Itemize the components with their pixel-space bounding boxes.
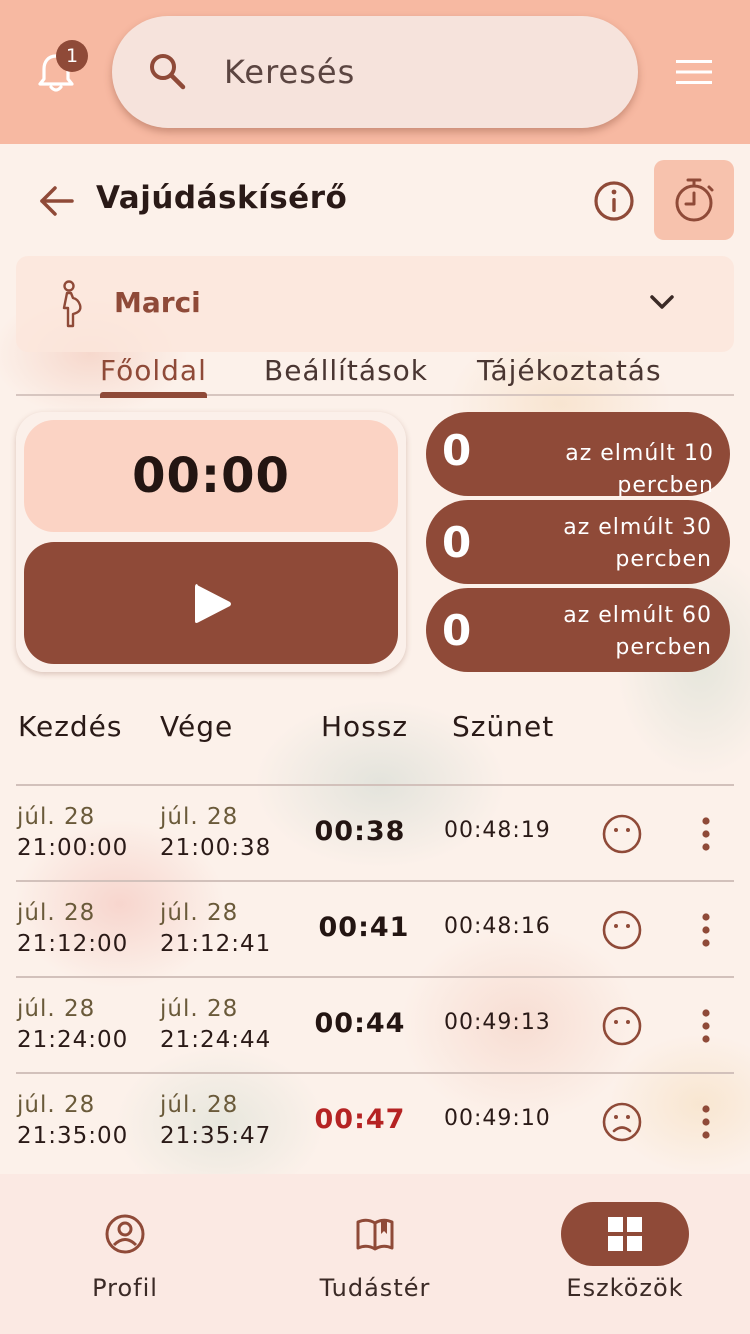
nav-knowledge-label: Tudástér [319,1274,431,1302]
end-cell: júl. 28 21:12:41 [160,898,271,960]
start-time: 21:24:00 [17,1027,129,1053]
stat-60-label: az elmúlt 60 percben [563,603,712,660]
nav-tools-icon-wrap [561,1202,689,1266]
bottom-navigation: Profil Tudástér Eszközök [0,1174,750,1334]
length-cell: 00:44 [314,1008,406,1039]
end-time: 21:12:41 [160,931,272,957]
end-date: júl. 28 [160,900,239,926]
back-arrow-icon[interactable] [38,182,76,220]
end-time: 21:35:47 [160,1123,272,1149]
pause-cell: 00:48:16 [444,914,551,939]
nav-profile[interactable]: Profil [0,1174,250,1334]
contraction-list: júl. 28 21:00:00 júl. 28 21:00:38 00:38 … [16,784,734,1168]
nav-knowledge[interactable]: Tudástér [250,1174,500,1334]
timer-card: 00:00 [16,412,406,672]
column-header-length: Hossz [321,710,409,743]
search-bar[interactable] [112,16,638,128]
end-date: júl. 28 [160,996,239,1022]
top-app-bar: 1 [0,0,750,144]
stat-30-value: 0 [442,518,472,567]
search-icon [150,54,186,90]
play-icon [195,584,231,623]
stopwatch-icon [675,178,714,222]
neutral-face-icon[interactable] [601,909,643,951]
stat-60-value: 0 [442,606,472,655]
pause-cell: 00:49:13 [444,1010,551,1035]
nav-tools[interactable]: Eszközök [500,1174,750,1334]
tab-settings[interactable]: Beállítások [264,354,428,396]
timer-display: 00:00 [24,420,398,532]
end-cell: júl. 28 21:24:44 [160,994,271,1056]
pause-cell: 00:49:10 [444,1106,551,1131]
tab-information[interactable]: Tájékoztatás [477,354,662,396]
stat-30-label: az elmúlt 30 percben [563,515,712,572]
person-name: Marci [114,286,201,319]
pause-cell: 00:48:19 [444,818,551,843]
table-row[interactable]: júl. 28 21:00:00 júl. 28 21:00:38 00:38 … [16,784,734,880]
end-cell: júl. 28 21:35:47 [160,1090,271,1152]
nav-profile-icon-wrap [61,1202,189,1266]
end-cell: júl. 28 21:00:38 [160,802,271,864]
start-cell: júl. 28 21:12:00 [17,898,128,960]
length-cell: 00:41 [318,912,410,943]
more-vertical-icon[interactable] [696,814,716,854]
book-icon [356,1218,394,1251]
start-cell: júl. 28 21:00:00 [17,802,128,864]
more-vertical-icon[interactable] [696,910,716,950]
start-date: júl. 28 [17,804,96,830]
hamburger-menu-icon[interactable] [676,58,712,86]
nav-tools-label: Eszközök [566,1274,684,1302]
nav-profile-label: Profil [92,1274,158,1302]
nav-knowledge-icon-wrap [311,1202,439,1266]
table-row[interactable]: júl. 28 21:24:00 júl. 28 21:24:44 00:44 … [16,976,734,1072]
end-date: júl. 28 [160,804,239,830]
stat-60-min: 0 az elmúlt 60 percben [426,588,730,672]
column-header-end: Vége [160,710,234,743]
tab-bar: Főoldal Beállítások Tájékoztatás [16,352,734,398]
stat-10-label: az elmúlt 10 percben [565,441,714,498]
table-row[interactable]: júl. 28 21:35:00 júl. 28 21:35:47 00:47 … [16,1072,734,1168]
start-time: 21:35:00 [17,1123,129,1149]
play-button[interactable] [24,542,398,664]
profile-icon [105,1214,145,1254]
end-time: 21:24:44 [160,1027,272,1053]
search-input[interactable] [224,46,604,98]
page-title: Vajúdáskísérő [96,180,348,216]
start-date: júl. 28 [17,900,96,926]
tab-main[interactable]: Főoldal [100,354,207,398]
stat-30-min: 0 az elmúlt 30 percben [426,500,730,584]
more-vertical-icon[interactable] [696,1102,716,1142]
more-vertical-icon[interactable] [696,1006,716,1046]
column-header-pause: Szünet [452,710,555,743]
end-time: 21:00:38 [160,835,272,861]
start-date: júl. 28 [17,1092,96,1118]
start-cell: júl. 28 21:24:00 [17,994,128,1056]
start-time: 21:12:00 [17,931,129,957]
table-header: Kezdés Vége Hossz Szünet [0,710,750,750]
info-icon[interactable] [592,179,636,223]
length-cell: 00:38 [314,816,406,847]
length-cell-alert: 00:47 [314,1104,406,1135]
pregnant-woman-icon [62,280,82,328]
start-time: 21:00:00 [17,835,129,861]
neutral-face-icon[interactable] [601,813,643,855]
start-cell: júl. 28 21:35:00 [17,1090,128,1152]
stopwatch-button[interactable] [654,160,734,240]
notification-badge: 1 [56,40,88,72]
person-selector[interactable]: Marci [16,256,734,352]
table-row[interactable]: júl. 28 21:12:00 júl. 28 21:12:41 00:41 … [16,880,734,976]
start-date: júl. 28 [17,996,96,1022]
chevron-down-icon[interactable] [648,292,676,312]
end-date: júl. 28 [160,1092,239,1118]
neutral-face-icon[interactable] [601,1005,643,1047]
stat-10-min: 0 az elmúlt 10 percben [426,412,730,498]
grid-icon [608,1217,642,1251]
column-header-start: Kezdés [18,710,123,743]
sad-face-icon[interactable] [601,1101,643,1143]
